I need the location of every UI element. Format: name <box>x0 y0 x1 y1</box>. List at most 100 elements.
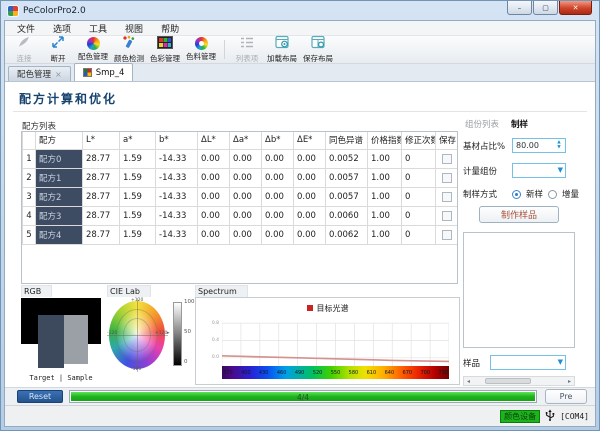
cell: 0.00 <box>230 168 262 187</box>
col-header[interactable]: 同色异谱 <box>326 132 368 149</box>
tab-color-match[interactable]: 配色管理 × <box>8 66 71 81</box>
radio-increment-label[interactable]: 增量 <box>562 188 579 200</box>
minimize-button[interactable]: – <box>507 1 532 15</box>
cell: 0.00 <box>198 149 230 168</box>
formula-row[interactable]: 4 配方3 28.77 1.59 -14.33 0.00 0.00 0.00 0… <box>23 206 458 225</box>
color-detect-button[interactable]: 颜色检测 <box>111 36 147 63</box>
formula-row[interactable]: 5 配方4 28.77 1.59 -14.33 0.00 0.00 0.00 0… <box>23 225 458 244</box>
spectrum-panel: Spectrum 目标光谱 0.8 0.4 0.0 <box>195 285 460 387</box>
app-body: 文件 选项 工具 视图 帮助 连接 断开 配色管理 颜色检测 <box>4 20 596 427</box>
col-header[interactable]: 修正次数 <box>402 132 436 149</box>
cell: 0.00 <box>294 168 326 187</box>
horizontal-scrollbar[interactable]: ◂ ▸ <box>463 376 575 386</box>
tab-component-list[interactable]: 组份列表 <box>465 118 499 130</box>
formula-row[interactable]: 1 配方0 28.77 1.59 -14.33 0.00 0.00 0.00 0… <box>23 149 458 168</box>
formula-row[interactable]: 3 配方2 28.77 1.59 -14.33 0.00 0.00 0.00 0… <box>23 187 458 206</box>
col-header[interactable]: ΔE* <box>294 132 326 149</box>
tab-close-icon[interactable]: × <box>55 70 62 79</box>
spectrum-chart: 目标光谱 0.8 0.4 0.0 <box>195 297 460 385</box>
col-header[interactable]: 保存 <box>436 132 458 149</box>
wavelength-axis: 370 400 430 460 490 520 550 580 610 640 … <box>222 366 449 379</box>
col-header[interactable]: 配方 <box>36 132 83 149</box>
reset-button[interactable]: Reset <box>17 390 63 403</box>
save-layout-button[interactable]: 保存布局 <box>300 36 336 63</box>
disconnect-button[interactable]: 断开 <box>41 36 75 63</box>
color-grid-icon <box>157 36 173 52</box>
tool-label: 列表项 <box>236 53 259 64</box>
row-index: 5 <box>23 225 36 244</box>
formula-name-cell: 配方0 <box>36 149 83 168</box>
colorant-manage-button[interactable]: 色料管理 <box>183 36 219 63</box>
rgb-panel: RGB Target | Sample <box>21 285 105 387</box>
radio-increment[interactable] <box>548 190 557 199</box>
cell: 1.00 <box>368 187 402 206</box>
scroll-right-icon[interactable]: ▸ <box>565 378 574 385</box>
col-header[interactable]: Δa* <box>230 132 262 149</box>
tool-label: 保存布局 <box>303 53 333 64</box>
cell: 1.59 <box>120 225 156 244</box>
spinner-down-icon[interactable]: ▼ <box>557 146 560 151</box>
method-label: 制样方式 <box>463 188 507 200</box>
axis-label-bottom: -120 <box>131 367 141 372</box>
row-index: 3 <box>23 187 36 206</box>
menu-help[interactable]: 帮助 <box>152 21 188 36</box>
save-checkbox[interactable] <box>442 192 452 202</box>
table-header-row: 配方 L* a* b* ΔL* Δa* Δb* ΔE* 同色异谱 价格指数 修正… <box>23 132 458 149</box>
cell: 0.00 <box>230 206 262 225</box>
cell: 0 <box>402 187 436 206</box>
scrollbar-thumb[interactable] <box>485 378 531 384</box>
save-checkbox[interactable] <box>442 230 452 240</box>
component-select[interactable]: ▼ <box>512 163 566 178</box>
col-header[interactable]: Δb* <box>262 132 294 149</box>
cell: 28.77 <box>83 149 120 168</box>
tab-smp4[interactable]: Smp_4 <box>74 63 134 81</box>
cell: 0.00 <box>262 225 294 244</box>
axis-label-top: +120 <box>131 298 143 303</box>
x-tick: 370 <box>223 370 233 376</box>
base-ratio-stepper[interactable]: 80.00 ▲ ▼ <box>512 138 566 153</box>
tab-label: Smp_4 <box>96 68 125 78</box>
formula-name-cell: 配方3 <box>36 206 83 225</box>
radio-new-sample[interactable] <box>512 190 521 199</box>
col-header[interactable]: L* <box>83 132 120 149</box>
cell: 1.59 <box>120 149 156 168</box>
cell: 0.00 <box>198 187 230 206</box>
save-checkbox[interactable] <box>442 154 452 164</box>
cell: 0.00 <box>294 206 326 225</box>
color-manage-button[interactable]: 色彩管理 <box>147 36 183 63</box>
cell: 28.77 <box>83 187 120 206</box>
save-checkbox[interactable] <box>442 211 452 221</box>
radio-new-label[interactable]: 新样 <box>526 188 543 200</box>
col-header[interactable]: ΔL* <box>198 132 230 149</box>
color-match-manage-button[interactable]: 配色管理 <box>75 36 111 63</box>
rgb-preview: Target | Sample <box>21 298 101 371</box>
pre-button[interactable]: Pre <box>545 389 587 404</box>
load-layout-button[interactable]: 加载布局 <box>264 36 300 63</box>
col-header[interactable]: a* <box>120 132 156 149</box>
lightness-marker: ▸ <box>167 330 170 336</box>
cell: 0 <box>402 168 436 187</box>
menu-options[interactable]: 选项 <box>44 21 80 36</box>
cell: 0 <box>402 149 436 168</box>
make-sample-button[interactable]: 制作样品 <box>479 206 559 223</box>
col-header[interactable]: 价格指数 <box>368 132 402 149</box>
save-checkbox[interactable] <box>442 173 452 183</box>
device-status-badge: 颜色设备 <box>500 410 540 423</box>
tab-make-sample[interactable]: 制样 <box>511 118 528 130</box>
menu-tools[interactable]: 工具 <box>80 21 116 36</box>
component-listbox[interactable] <box>463 232 575 348</box>
l-scale-100: 100 <box>184 299 195 305</box>
formula-row[interactable]: 2 配方1 28.77 1.59 -14.33 0.00 0.00 0.00 0… <box>23 168 458 187</box>
col-header[interactable]: b* <box>156 132 198 149</box>
connect-icon <box>17 35 31 52</box>
scroll-left-icon[interactable]: ◂ <box>464 378 473 385</box>
close-button[interactable]: ✕ <box>559 1 592 15</box>
menu-file[interactable]: 文件 <box>8 21 44 36</box>
tool-label: 连接 <box>17 53 32 64</box>
menu-view[interactable]: 视图 <box>116 21 152 36</box>
sample-select[interactable]: ▼ <box>490 355 566 370</box>
save-cell <box>436 225 458 244</box>
maximize-button[interactable]: ▢ <box>533 1 558 15</box>
tool-label: 配色管理 <box>78 51 108 62</box>
cell: 1.00 <box>368 225 402 244</box>
